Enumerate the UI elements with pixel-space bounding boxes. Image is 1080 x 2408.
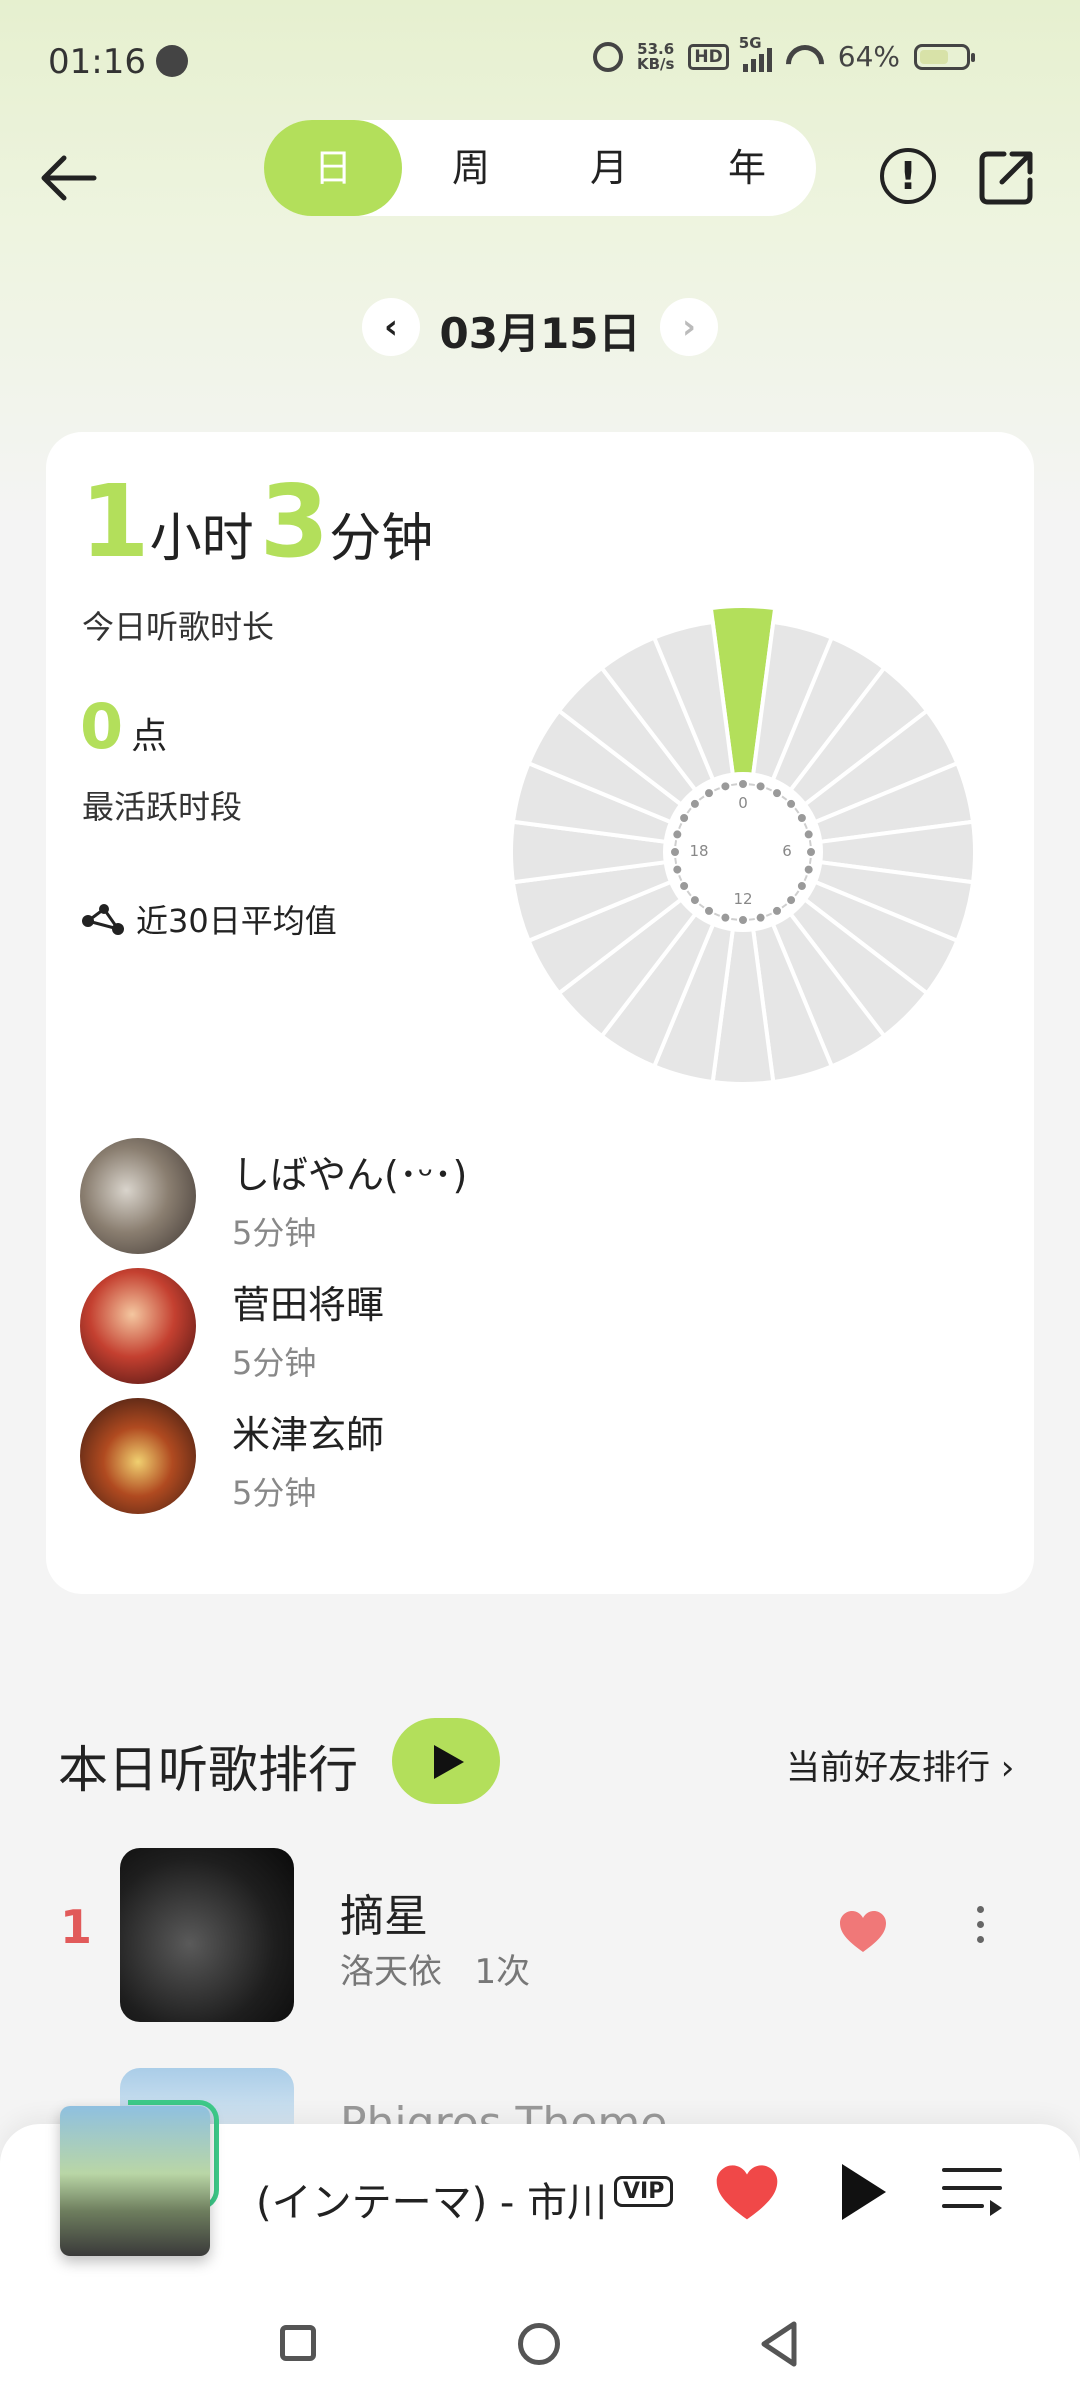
minutes-value: 3 <box>259 463 330 580</box>
hour-dot <box>805 846 817 858</box>
hour-label: 6 <box>782 842 792 860</box>
home-button[interactable] <box>518 2323 560 2365</box>
signal-icon: 5G <box>739 34 772 72</box>
artist-avatar <box>80 1138 196 1254</box>
player-song-title[interactable]: (インテーマ) - 市川淳 <box>256 2170 606 2228</box>
hourly-clock-chart: 0 6 12 18 <box>509 604 977 1086</box>
recent-apps-button[interactable] <box>280 2325 316 2361</box>
globe-icon <box>156 45 188 77</box>
hour-dot <box>671 828 684 841</box>
hour-dot <box>754 911 767 924</box>
playlist-icon[interactable] <box>942 2164 1004 2220</box>
song-meta: 洛天依 1次 <box>340 1944 530 1993</box>
tab-year[interactable]: 年 <box>678 120 816 216</box>
artist-avatar <box>80 1398 196 1514</box>
period-selector: 日 周 月 年 <box>264 120 816 216</box>
artist-time: 5分钟 <box>232 1344 317 1382</box>
back-arrow-icon[interactable] <box>36 145 102 211</box>
nav-back-icon[interactable] <box>758 2320 802 2368</box>
hour-dot <box>785 894 798 907</box>
player-cover[interactable] <box>60 2106 210 2256</box>
like-heart-icon[interactable] <box>838 1910 888 1954</box>
peak-hour-unit: 点 <box>131 716 168 757</box>
tab-month[interactable]: 月 <box>540 120 678 216</box>
hour-dot <box>719 911 732 924</box>
current-date: 03月15日 <box>439 309 641 358</box>
artist-time: 5分钟 <box>232 1474 317 1512</box>
peak-label: 最活跃时段 <box>82 788 243 826</box>
alarm-icon <box>592 41 623 72</box>
artist-item[interactable]: 米津玄師 5分钟 <box>80 1398 980 1518</box>
net-speed: 53.6 KB/s <box>636 39 675 73</box>
song-plays: 1次 <box>474 1952 531 1992</box>
next-date-button[interactable]: › <box>660 298 718 356</box>
artist-item[interactable]: しばやん(･ᵕ･) 5分钟 <box>80 1138 980 1258</box>
play-all-button[interactable] <box>392 1718 500 1804</box>
listening-duration: 1小时3分钟 <box>80 472 439 572</box>
hour-dot <box>771 904 783 917</box>
hour-dot <box>669 846 681 858</box>
tab-day[interactable]: 日 <box>264 120 402 216</box>
hour-dot <box>703 904 715 917</box>
artist-item[interactable]: 菅田将暉 5分钟 <box>80 1268 980 1388</box>
minutes-unit: 分钟 <box>329 509 434 569</box>
summary-card: 1小时3分钟 今日听歌时长 0点 最活跃时段 近30日平均值 0 6 12 18 しば… <box>46 432 1034 1594</box>
artist-avatar <box>80 1268 196 1384</box>
hour-label: 18 <box>689 842 708 860</box>
song-rank: 1 <box>60 1900 93 1954</box>
hd-icon: HD <box>688 43 729 70</box>
hour-dot <box>688 797 701 810</box>
info-icon[interactable]: ! <box>880 148 936 204</box>
hour-dot <box>785 797 798 810</box>
hour-dot <box>688 894 701 907</box>
hour-dot <box>802 863 815 876</box>
artist-name: しばやん(･ᵕ･) <box>232 1153 468 1197</box>
hour-label: 12 <box>733 890 752 908</box>
average-label: 近30日平均值 <box>136 902 337 940</box>
tab-week[interactable]: 周 <box>402 120 540 216</box>
song-artist: 洛天依 <box>340 1952 442 1992</box>
duration-label: 今日听歌时长 <box>82 608 275 646</box>
hour-dot <box>795 880 808 892</box>
hour-dot <box>802 828 815 841</box>
hour-dot <box>678 880 691 892</box>
thirty-day-average-toggle[interactable]: 近30日平均值 <box>80 896 337 942</box>
vip-badge: VIP <box>614 2176 674 2207</box>
share-icon[interactable] <box>978 148 1036 206</box>
status-icons: 53.6 KB/s HD 5G 64% <box>592 34 975 73</box>
status-bar: 01:16 53.6 KB/s HD 5G 64% <box>0 0 1080 125</box>
friends-ranking-link[interactable]: 当前好友排行 › <box>786 1740 1014 1789</box>
song-cover[interactable] <box>120 1848 294 2022</box>
more-options-icon[interactable] <box>970 1906 990 1956</box>
hour-dot <box>737 778 749 790</box>
peak-hour: 0点 <box>80 690 167 763</box>
hour-dot <box>771 787 783 800</box>
artist-name: 米津玄師 <box>232 1413 385 1457</box>
hours-unit: 小时 <box>149 509 254 569</box>
peak-hour-value: 0 <box>80 690 124 763</box>
ranking-title: 本日听歌排行 <box>58 1741 358 1799</box>
hour-label: 0 <box>738 794 748 812</box>
hour-dot <box>719 780 732 793</box>
hour-dot <box>703 787 715 800</box>
artist-name: 菅田将暉 <box>232 1283 385 1327</box>
hour-dot <box>737 914 749 926</box>
hour-dot <box>678 812 691 824</box>
hour-dot <box>754 780 767 793</box>
battery-icon <box>914 43 975 70</box>
network-dots-icon <box>82 904 124 935</box>
artist-time: 5分钟 <box>232 1214 317 1252</box>
song-title[interactable]: 摘星 <box>340 1880 428 1944</box>
like-heart-icon[interactable] <box>714 2164 780 2222</box>
battery-percent: 64% <box>837 40 900 73</box>
play-icon[interactable] <box>838 2162 888 2222</box>
hours-value: 1 <box>80 463 150 580</box>
hour-dot <box>795 812 808 824</box>
status-time: 01:16 <box>48 42 146 82</box>
previous-date-button[interactable]: ‹ <box>362 298 420 356</box>
wifi-icon <box>786 43 824 71</box>
hour-dot <box>671 863 684 876</box>
